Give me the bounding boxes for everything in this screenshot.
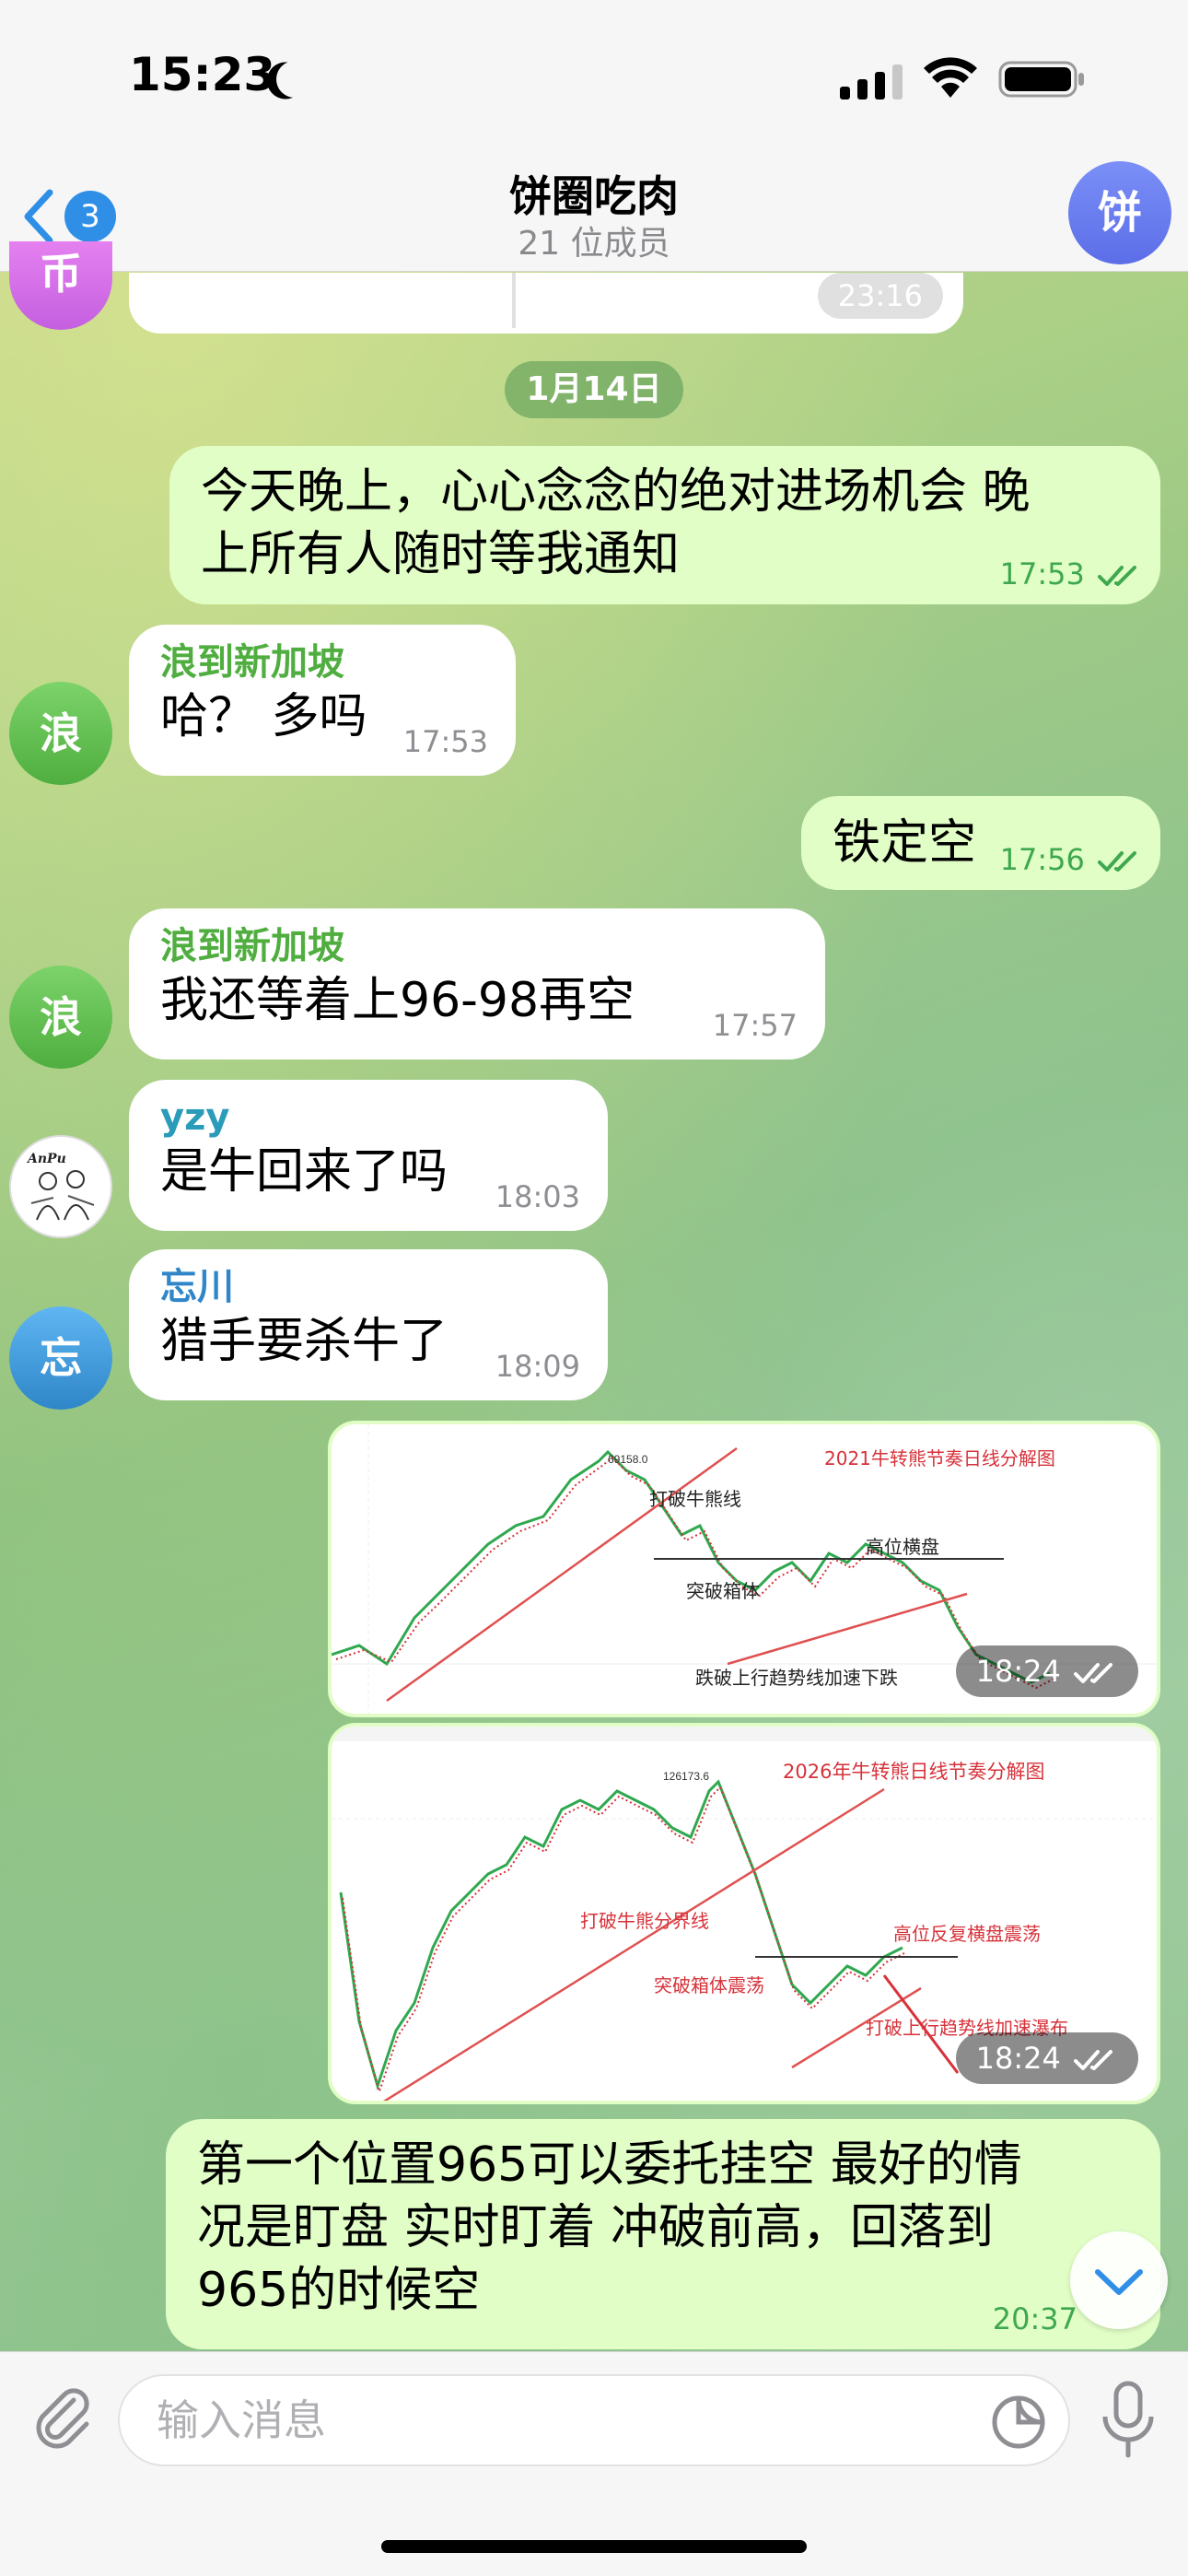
sender-name[interactable]: 浪到新加坡 (160, 923, 794, 969)
image-time: 18:24 (955, 1645, 1138, 1697)
incoming-message[interactable]: 浪到新加坡 我还等着上96-98再空 17:57 (129, 908, 825, 1060)
message-text-line: 上所有人随时等我通知 (201, 527, 681, 582)
incoming-message[interactable]: 浪到新加坡 哈？ 多吗 17:53 (129, 625, 516, 776)
battery-icon (998, 61, 1084, 98)
avatar-signature: AnPu (26, 1152, 66, 1166)
incoming-message[interactable]: 忘川 猎手要杀牛了 18:09 (129, 1249, 608, 1400)
chart-label: 2021牛转熊节奏日线分解图 (824, 1447, 1055, 1469)
message-time: 20:37 (992, 2301, 1077, 2336)
chart-label: 高位横盘 (866, 1536, 939, 1558)
chart-label: 高位反复横盘震荡 (893, 1923, 1041, 1945)
sticker-icon[interactable] (989, 2393, 1048, 2452)
message-text-line: 今天晚上，心心念念的绝对进场机会 晚 (201, 464, 1031, 520)
chart-label: 2026年牛转熊日线节奏分解图 (783, 1761, 1044, 1783)
message-text-line: 况是盯盘 实时盯着 冲破前高，回落到 (197, 2200, 995, 2255)
message-time-text: 17:56 (999, 842, 1085, 877)
sender-avatar[interactable]: 浪 (9, 966, 112, 1069)
partial-divider (512, 273, 516, 328)
message-time: 17:56 (1000, 842, 1142, 877)
chart-label: 126173.6 (663, 1770, 709, 1783)
message-input[interactable] (118, 2374, 1070, 2466)
group-avatar[interactable]: 饼 (1068, 161, 1171, 264)
member-count: 21 位成员 (518, 225, 670, 263)
chart-label: 69158.0 (608, 1453, 648, 1466)
microphone-icon[interactable] (1096, 2378, 1160, 2461)
outgoing-message[interactable]: 今天晚上，心心念念的绝对进场机会 晚 上所有人随时等我通知 17:53 (169, 446, 1160, 604)
message-text-line: 第一个位置965可以委托挂空 最好的情 (197, 2137, 1022, 2193)
signal-icon (840, 64, 903, 100)
message-time: 17:53 (402, 724, 488, 759)
message-time: 18:09 (495, 1349, 580, 1384)
double-check-icon (1098, 851, 1136, 872)
message-text-line: 965的时候空 (197, 2263, 481, 2318)
double-check-icon (1098, 566, 1136, 586)
sender-avatar[interactable]: 忘 (9, 1306, 112, 1410)
chart-label: 打破牛熊线 (649, 1488, 741, 1510)
image-time: 18:24 (955, 2032, 1138, 2084)
scroll-to-bottom-button[interactable] (1070, 2231, 1168, 2329)
wifi-icon (924, 57, 977, 98)
moon-icon (271, 55, 318, 102)
chart-label: 突破箱体 (686, 1580, 760, 1602)
chat-title: 饼圈吃肉 (509, 171, 679, 221)
image-time-text: 18:24 (975, 2041, 1061, 2076)
message-time: 17:53 (1000, 556, 1142, 591)
message-time-text: 17:53 (999, 556, 1085, 591)
outgoing-message[interactable]: 第一个位置965可以委托挂空 最好的情 况是盯盘 实时盯着 冲破前高，回落到 9… (166, 2119, 1160, 2349)
chevron-down-icon (1095, 2269, 1143, 2295)
chart-label: 打破牛熊分界线 (580, 1910, 709, 1932)
paperclip-icon[interactable] (26, 2380, 99, 2453)
status-time: 15:23 (129, 48, 276, 101)
message-time: 18:03 (495, 1179, 580, 1214)
sender-name[interactable]: yzy (160, 1095, 577, 1141)
incoming-message[interactable]: yzy 是牛回来了吗 18:03 (129, 1080, 608, 1231)
message-time: 17:57 (712, 1008, 798, 1043)
double-check-icon (1074, 1663, 1112, 1683)
double-check-icon (1074, 2050, 1112, 2070)
date-separator: 1月14日 (505, 361, 683, 418)
chart-label: 跌破上行趋势线加速下跌 (695, 1667, 898, 1689)
message-text: 我还等着上96-98再空 (160, 973, 635, 1028)
chat-header: 3 饼圈吃肉 21 位成员 饼 (0, 161, 1188, 272)
sender-name[interactable]: 忘川 (160, 1264, 577, 1310)
outgoing-message[interactable]: 铁定空 17:56 (801, 796, 1160, 890)
image-time-text: 18:24 (975, 1654, 1061, 1689)
sender-avatar[interactable]: AnPu (9, 1135, 112, 1238)
previous-message-partial: 23:16 (129, 273, 963, 334)
message-input-bar (0, 2351, 1188, 2576)
chart-image[interactable]: 126173.6 2026年牛转熊日线节奏分解图 打破牛熊分界线 高位反复横盘震… (328, 1723, 1160, 2104)
sender-name[interactable]: 浪到新加坡 (160, 639, 484, 685)
sender-avatar[interactable]: 浪 (9, 682, 112, 785)
chart-image[interactable]: 69158.0 2021牛转熊节奏日线分解图 打破牛熊线 高位横盘 突破箱体 跌… (328, 1421, 1160, 1717)
sketch-avatar-image: AnPu (13, 1139, 109, 1235)
home-indicator (381, 2540, 807, 2553)
chart-label: 突破箱体震荡 (654, 1974, 764, 1996)
status-bar: 15:23 (0, 0, 1188, 161)
partial-time: 23:16 (817, 273, 943, 319)
